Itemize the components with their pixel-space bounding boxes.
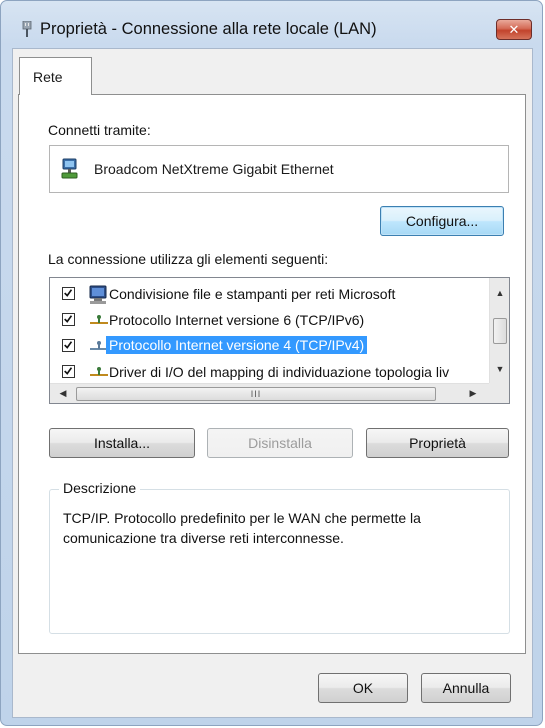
close-button[interactable]: ✕ — [496, 19, 532, 40]
network-adapter-icon — [61, 158, 78, 179]
ok-button[interactable]: OK — [318, 673, 408, 703]
item-label: Condivisione file e stampanti per reti M… — [109, 286, 396, 302]
network-computer-icon — [89, 285, 107, 304]
vertical-scrollbar[interactable]: ▲ ▼ — [489, 278, 509, 384]
scroll-down-icon[interactable]: ▼ — [495, 364, 505, 374]
items-label: La connessione utilizza gli elementi seg… — [48, 251, 329, 267]
description-title: Descrizione — [59, 480, 141, 496]
item-label: Driver di I/O del mapping di individuazi… — [109, 364, 450, 380]
item-label: Protocollo Internet versione 6 (TCP/IPv6… — [109, 312, 365, 328]
horizontal-scroll-thumb[interactable]: III — [76, 387, 436, 401]
vertical-scroll-thumb[interactable] — [493, 318, 507, 344]
cancel-button[interactable]: Annulla — [421, 673, 511, 703]
network-cable-icon — [22, 21, 32, 37]
components-list[interactable]: Condivisione file e stampanti per reti M… — [49, 277, 510, 404]
protocol-icon — [90, 367, 108, 376]
title-bar[interactable]: Proprietà - Connessione alla rete locale… — [1, 1, 542, 47]
list-item[interactable]: Protocollo Internet versione 6 (TCP/IPv6… — [50, 308, 486, 334]
scroll-grip: III — [250, 389, 262, 399]
tab-label: Rete — [33, 69, 63, 85]
item-label: Protocollo Internet versione 4 (TCP/IPv4… — [106, 336, 368, 354]
list-item-selected[interactable]: Protocollo Internet versione 4 (TCP/IPv4… — [50, 334, 486, 360]
uninstall-button: Disinstalla — [207, 428, 353, 458]
scroll-up-icon[interactable]: ▲ — [495, 288, 505, 298]
scroll-right-icon[interactable]: ▶ — [468, 388, 478, 399]
scroll-left-icon[interactable]: ◀ — [58, 388, 68, 399]
list-item[interactable]: Condivisione file e stampanti per reti M… — [50, 282, 486, 308]
checkbox[interactable] — [62, 339, 75, 352]
tab-rete[interactable]: Rete — [19, 57, 92, 95]
description-text: TCP/IP. Protocollo predefinito per le WA… — [63, 510, 421, 546]
close-icon: ✕ — [508, 21, 520, 37]
install-button[interactable]: Installa... — [49, 428, 195, 458]
horizontal-scrollbar[interactable]: ◀ III ▶ — [50, 383, 489, 403]
window-title: Proprietà - Connessione alla rete locale… — [40, 20, 377, 38]
properties-button[interactable]: Proprietà — [366, 428, 509, 458]
protocol-icon — [90, 315, 108, 324]
adapter-box: Broadcom NetXtreme Gigabit Ethernet — [49, 145, 509, 193]
checkbox[interactable] — [62, 287, 75, 300]
checkbox[interactable] — [62, 313, 75, 326]
adapter-name: Broadcom NetXtreme Gigabit Ethernet — [94, 161, 334, 177]
configure-button[interactable]: Configura... — [380, 206, 504, 236]
scrollbar-corner — [489, 383, 509, 403]
connect-via-label: Connetti tramite: — [48, 122, 151, 138]
checkbox[interactable] — [62, 365, 75, 378]
